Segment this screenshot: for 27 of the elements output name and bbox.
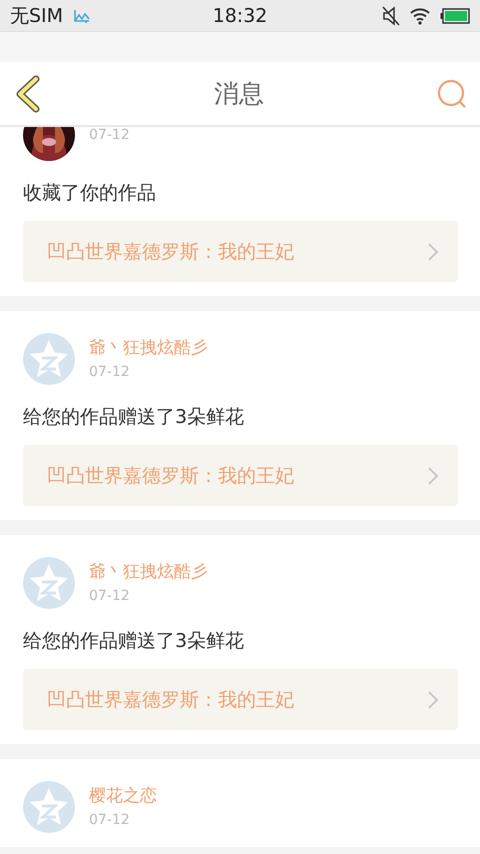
work-link[interactable]: 凹凸世界嘉德罗斯：我的王妃 bbox=[23, 445, 458, 506]
page-title: 消息 bbox=[213, 78, 265, 110]
message-date: 07-12 bbox=[89, 364, 131, 380]
message-text: 收藏了你的作品 bbox=[23, 181, 157, 205]
work-link[interactable]: 凹凸世界嘉德罗斯：我的王妃 bbox=[23, 669, 458, 730]
mute-icon bbox=[382, 6, 400, 26]
message-text: 给您的作品赠送了3朵鲜花 bbox=[23, 629, 246, 653]
clock-text: 18:32 bbox=[212, 4, 268, 26]
user-name[interactable]: 樱花之恋 bbox=[89, 786, 157, 806]
avatar-icon bbox=[23, 781, 75, 833]
battery-icon bbox=[440, 8, 470, 24]
avatar-icon bbox=[23, 333, 75, 385]
chevron-icon bbox=[428, 242, 438, 260]
user-name[interactable]: 爺丶狂拽炫酷彡 bbox=[89, 562, 208, 582]
message-date: 07-12 bbox=[89, 588, 131, 604]
carrier-text: 无SIM bbox=[10, 4, 64, 28]
avatar-icon bbox=[23, 557, 75, 609]
message-date: 07-12 bbox=[89, 812, 131, 828]
image-icon bbox=[73, 8, 92, 24]
user-name[interactable]: 爺丶狂拽炫酷彡 bbox=[89, 338, 208, 358]
wifi-icon bbox=[410, 6, 430, 24]
message-text: 给您的作品赠送了3朵鲜花 bbox=[23, 405, 246, 429]
work-link[interactable]: 凹凸世界嘉德罗斯：我的王妃 bbox=[23, 221, 458, 282]
search-icon bbox=[436, 78, 468, 110]
chevron-icon bbox=[428, 466, 438, 484]
message-date: 07-12 bbox=[89, 127, 130, 143]
chevron-icon bbox=[428, 690, 438, 708]
